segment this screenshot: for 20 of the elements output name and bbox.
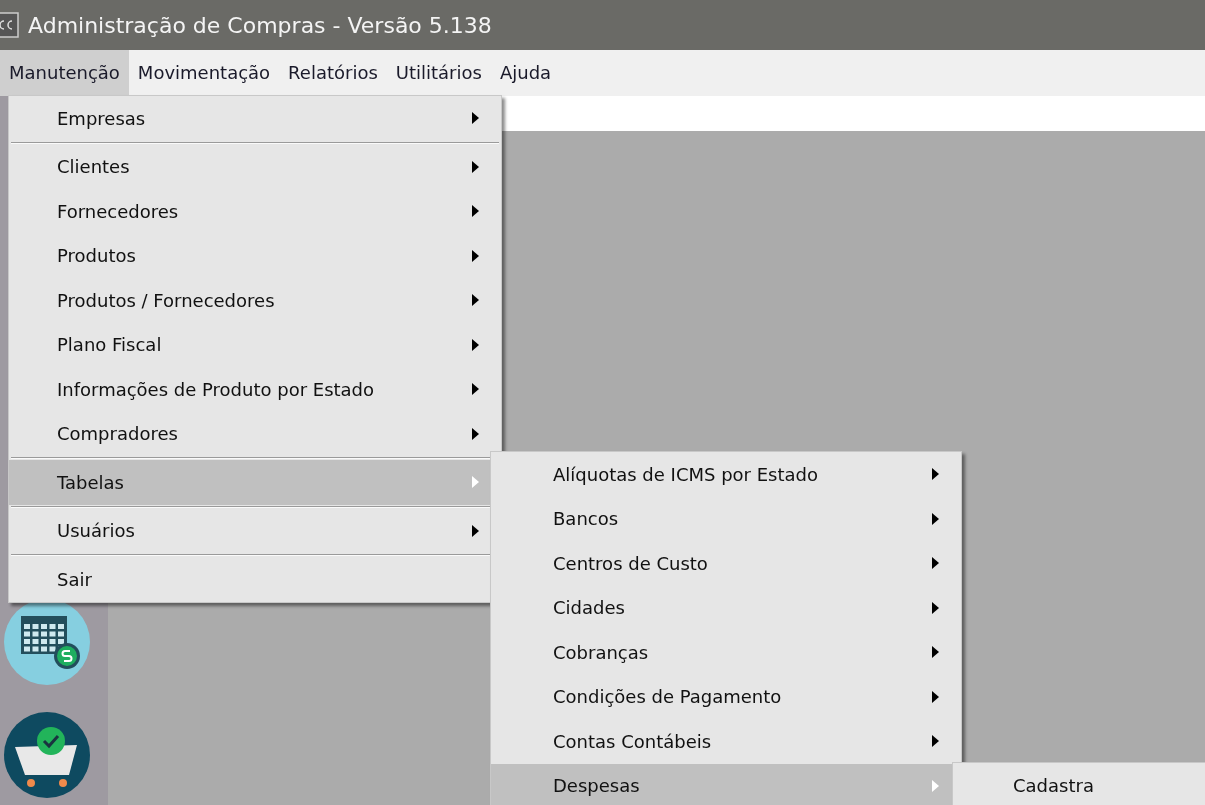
menu-bar-item[interactable]: Movimentação — [128, 50, 280, 96]
menu-item[interactable]: Produtos / Fornecedores — [9, 278, 501, 323]
menu-bar-item[interactable]: Ajuda — [490, 50, 561, 96]
menu-item[interactable]: Cidades — [491, 585, 961, 630]
menu-bar-item[interactable]: Relatórios — [279, 50, 387, 96]
shopping-cart-icon[interactable] — [3, 711, 91, 799]
menu-item[interactable]: Contas Contábeis — [491, 719, 961, 764]
menu-item[interactable]: Cobranças — [491, 630, 961, 675]
menu-bar-item[interactable]: Manutenção — [0, 50, 129, 96]
menu-item[interactable]: Informações de Produto por Estado — [9, 367, 501, 412]
window-title: Administração de Compras - Versão 5.138 — [28, 12, 492, 38]
menu-item[interactable]: Empresas — [9, 96, 501, 141]
menu-item[interactable]: Fornecedores — [9, 189, 501, 234]
menu-item[interactable]: Plano Fiscal — [9, 322, 501, 367]
menu-item[interactable]: Cadastra — [953, 763, 1205, 805]
app-icon — [0, 12, 20, 38]
menu-bar-item[interactable]: Utilitários — [386, 50, 491, 96]
menu-item[interactable]: Clientes — [9, 144, 501, 189]
menu-item[interactable]: Produtos — [9, 233, 501, 278]
menu-item[interactable]: Condições de Pagamento — [491, 674, 961, 719]
